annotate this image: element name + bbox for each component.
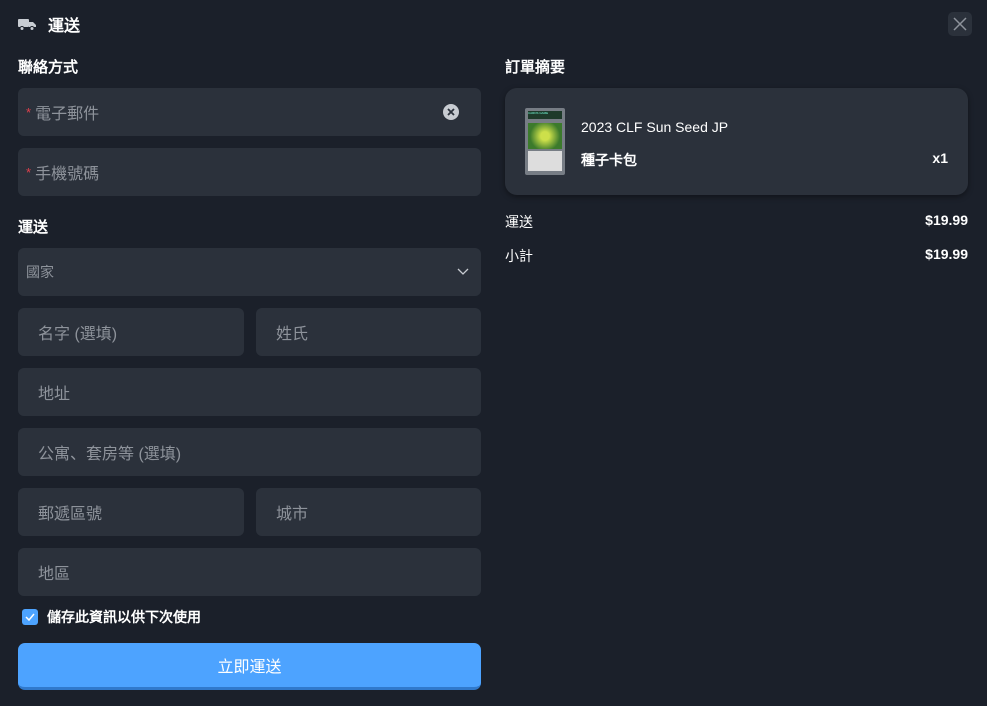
region-input[interactable]: 地區 xyxy=(18,548,481,596)
submit-button[interactable]: 立即運送 xyxy=(18,643,481,690)
phone-input[interactable]: * 手機號碼 xyxy=(18,148,481,196)
email-input[interactable]: * 電子郵件 xyxy=(18,88,481,136)
line-label: 小計 xyxy=(505,248,533,264)
chevron-down-icon xyxy=(457,268,469,275)
shipping-heading: 運送 xyxy=(18,219,49,236)
address-placeholder: 地址 xyxy=(38,386,71,403)
apartment-placeholder: 公寓、套房等 (選填) xyxy=(38,446,182,463)
thumb-label: CARDS GAME xyxy=(528,111,562,119)
address-input[interactable]: 地址 xyxy=(18,368,481,416)
apartment-input[interactable]: 公寓、套房等 (選填) xyxy=(18,428,481,476)
phone-placeholder: 手機號碼 xyxy=(35,166,100,183)
contact-heading: 聯絡方式 xyxy=(18,59,79,76)
first-name-input[interactable]: 名字 (選填) xyxy=(18,308,244,356)
dialog-title: 運送 xyxy=(18,12,80,36)
save-info-checkbox[interactable]: 儲存此資訊以供下次使用 xyxy=(22,607,201,627)
subtotal-line: 小計 $19.99 xyxy=(505,246,968,266)
line-value: $19.99 xyxy=(925,246,968,262)
save-info-label: 儲存此資訊以供下次使用 xyxy=(47,609,201,625)
last-name-input[interactable]: 姓氏 xyxy=(256,308,481,356)
order-item: CARDS GAME 2023 CLF Sun Seed JP 種子卡包 x1 xyxy=(505,88,968,195)
city-placeholder: 城市 xyxy=(276,506,309,523)
last-name-placeholder: 姓氏 xyxy=(276,326,309,343)
required-mark: * xyxy=(26,164,32,180)
postal-placeholder: 郵遞區號 xyxy=(38,506,103,523)
first-name-placeholder: 名字 (選填) xyxy=(38,326,118,343)
summary-heading: 訂單摘要 xyxy=(505,59,566,76)
item-name: 2023 CLF Sun Seed JP xyxy=(581,119,729,135)
line-value: $19.99 xyxy=(925,212,968,228)
close-button[interactable] xyxy=(948,12,972,36)
postal-input[interactable]: 郵遞區號 xyxy=(18,488,244,536)
region-placeholder: 地區 xyxy=(38,566,71,583)
shipping-line: 運送 $19.99 xyxy=(505,212,968,232)
close-icon xyxy=(953,17,967,31)
truck-icon xyxy=(18,18,36,31)
item-qty: x1 xyxy=(932,150,948,166)
country-select[interactable]: 國家 xyxy=(18,248,481,296)
line-label: 運送 xyxy=(505,214,533,230)
clear-icon[interactable] xyxy=(443,104,459,120)
checkbox-checked-icon[interactable] xyxy=(22,609,38,625)
card-thumbnail: CARDS GAME xyxy=(525,108,565,175)
title-text: 運送 xyxy=(48,18,81,35)
item-variant: 種子卡包 xyxy=(581,152,637,168)
city-input[interactable]: 城市 xyxy=(256,488,481,536)
country-placeholder: 國家 xyxy=(26,264,54,280)
email-placeholder: 電子郵件 xyxy=(35,106,100,123)
required-mark: * xyxy=(26,104,32,120)
